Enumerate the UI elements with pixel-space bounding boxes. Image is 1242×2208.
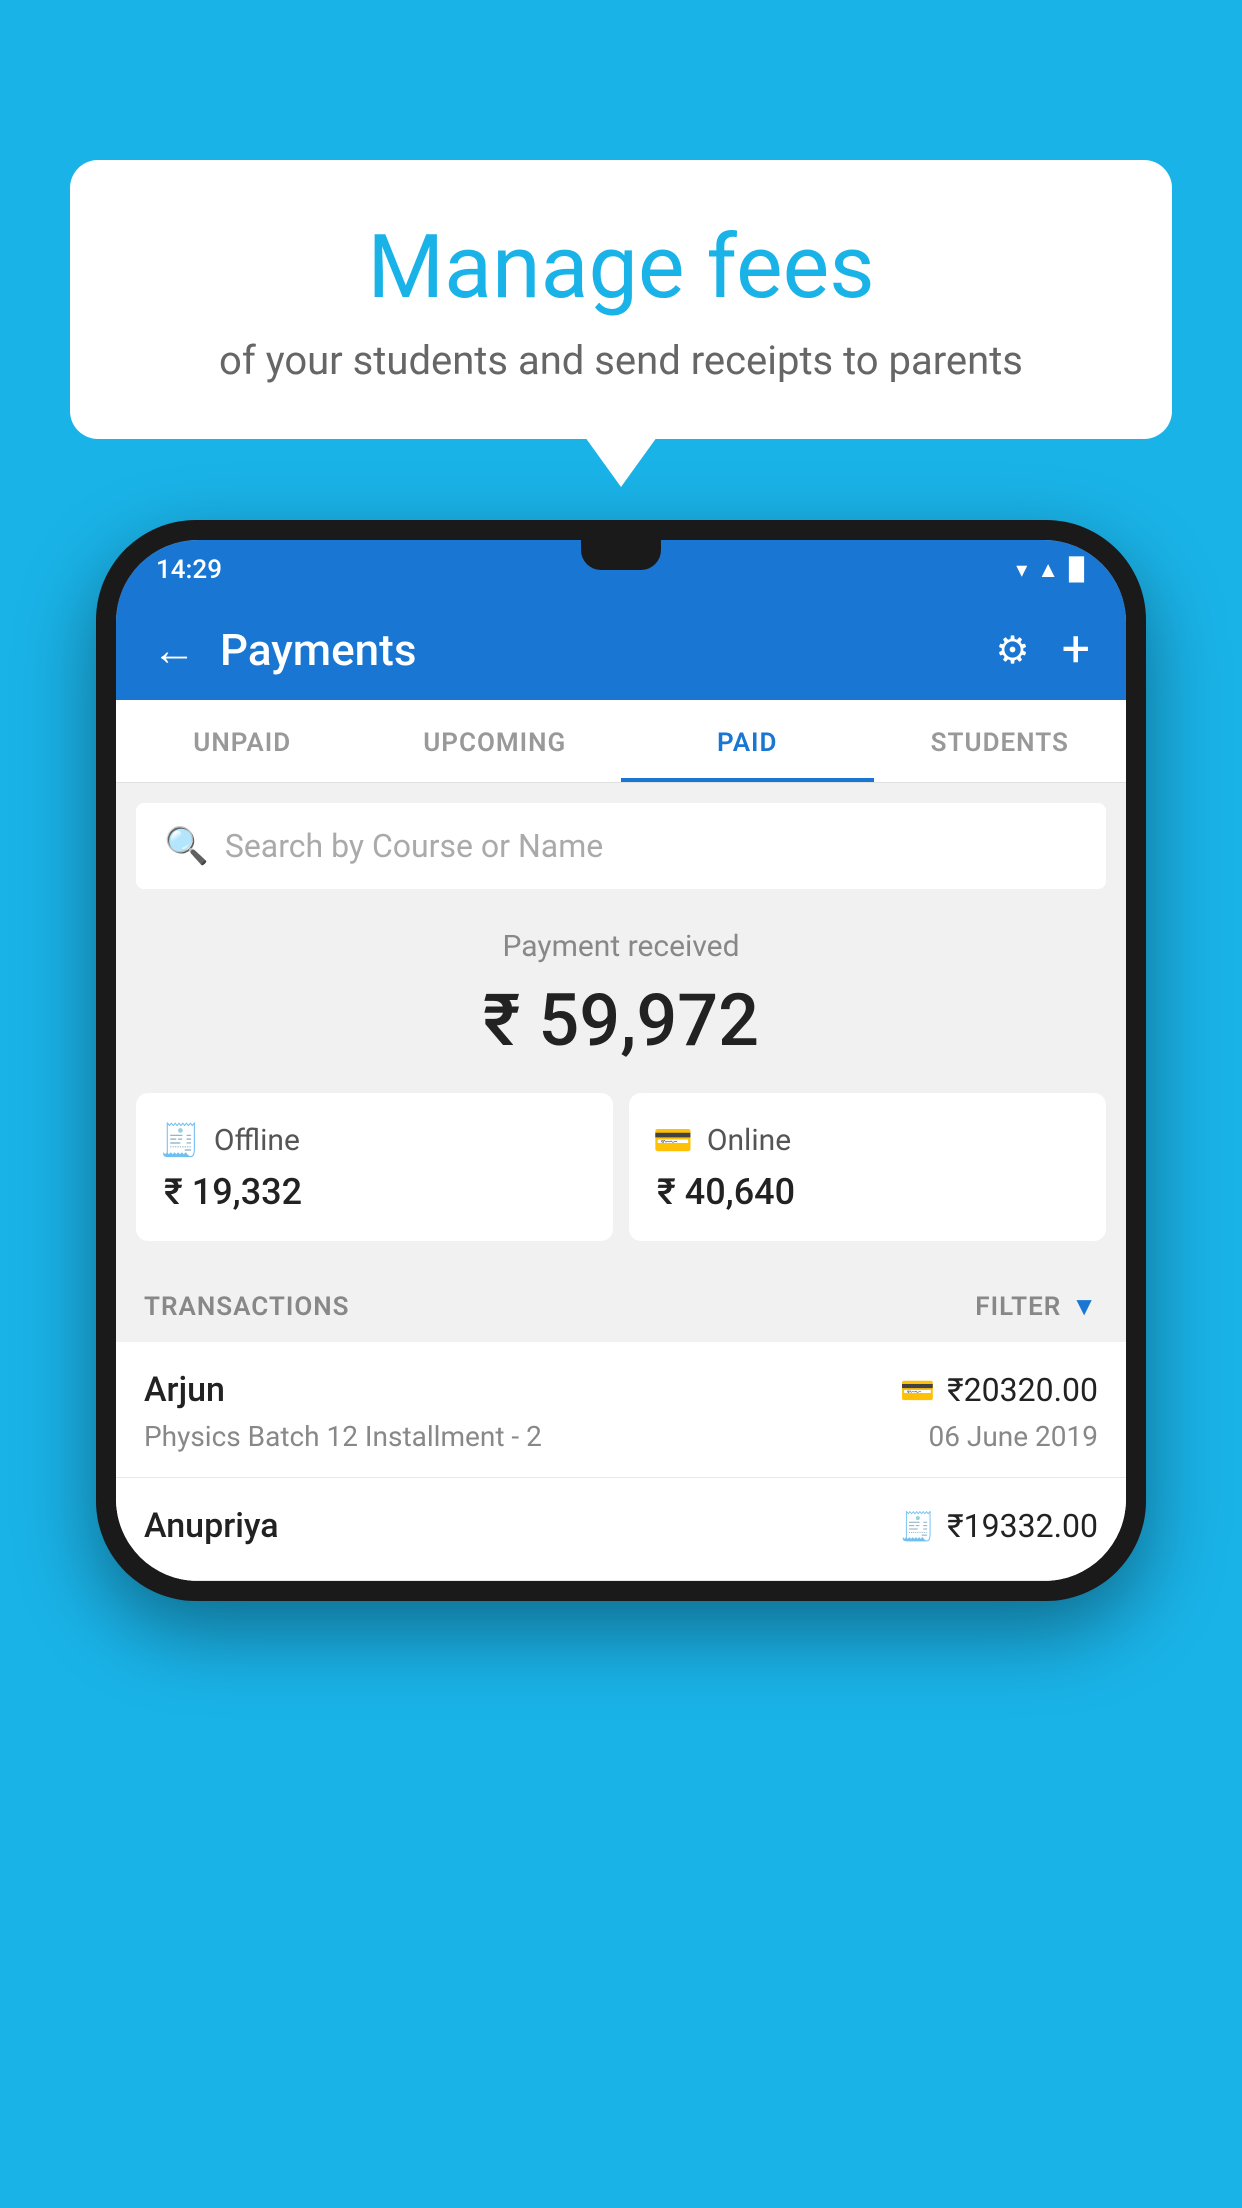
online-label: Online xyxy=(707,1123,791,1158)
transaction-name: Anupriya xyxy=(144,1506,279,1546)
top-bar-actions: ⚙ + xyxy=(996,621,1090,679)
filter-button[interactable]: FILTER ▼ xyxy=(975,1291,1098,1322)
tab-students[interactable]: STUDENTS xyxy=(874,700,1127,782)
transaction-bottom-row: Physics Batch 12 Installment - 2 06 June… xyxy=(144,1420,1098,1453)
transaction-date: 06 June 2019 xyxy=(928,1420,1098,1453)
payment-received-label: Payment received xyxy=(136,929,1106,964)
page-title: Payments xyxy=(220,624,996,676)
search-icon: 🔍 xyxy=(164,825,209,867)
transaction-row[interactable]: Anupriya 🧾 ₹19332.00 xyxy=(116,1478,1126,1581)
transaction-row[interactable]: Arjun 💳 ₹20320.00 Physics Batch 12 Insta… xyxy=(116,1342,1126,1478)
payment-section: Payment received ₹ 59,972 xyxy=(116,889,1126,1093)
transactions-label: TRANSACTIONS xyxy=(144,1292,350,1322)
back-button[interactable]: ← xyxy=(152,624,196,676)
online-amount: ₹ 40,640 xyxy=(657,1171,1082,1213)
status-icons: ▾ ▲ ▉ xyxy=(1016,557,1086,583)
payment-cards: 🧾 Offline ₹ 19,332 💳 Online ₹ 40,640 xyxy=(116,1093,1126,1271)
settings-icon[interactable]: ⚙ xyxy=(996,628,1030,673)
payment-total-amount: ₹ 59,972 xyxy=(136,978,1106,1063)
wifi-icon: ▾ xyxy=(1016,558,1027,583)
payment-method-icon-offline: 🧾 xyxy=(900,1510,935,1543)
transaction-amount-row: 🧾 ₹19332.00 xyxy=(900,1507,1098,1545)
payment-method-icon-online: 💳 xyxy=(900,1374,935,1407)
phone-outer: 14:29 ▾ ▲ ▉ ← Payments ⚙ + xyxy=(96,520,1146,1601)
transaction-course: Physics Batch 12 Installment - 2 xyxy=(144,1420,542,1453)
tab-unpaid[interactable]: UNPAID xyxy=(116,700,369,782)
offline-card-header: 🧾 Offline xyxy=(160,1121,589,1159)
bubble-subtitle: of your students and send receipts to pa… xyxy=(120,337,1122,384)
notch xyxy=(581,540,661,570)
transaction-top-row: Anupriya 🧾 ₹19332.00 xyxy=(144,1506,1098,1546)
online-card: 💳 Online ₹ 40,640 xyxy=(629,1093,1106,1241)
battery-icon: ▉ xyxy=(1069,558,1086,583)
online-icon: 💳 xyxy=(653,1121,693,1159)
transactions-header: TRANSACTIONS FILTER ▼ xyxy=(116,1271,1126,1342)
offline-icon: 🧾 xyxy=(160,1121,200,1159)
add-icon[interactable]: + xyxy=(1062,621,1090,679)
bubble-title: Manage fees xyxy=(120,220,1122,317)
transaction-name: Arjun xyxy=(144,1370,225,1410)
offline-card: 🧾 Offline ₹ 19,332 xyxy=(136,1093,613,1241)
speech-bubble: Manage fees of your students and send re… xyxy=(70,160,1172,439)
search-bar[interactable]: 🔍 Search by Course or Name xyxy=(136,803,1106,889)
top-bar: ← Payments ⚙ + xyxy=(116,600,1126,700)
transaction-amount-row: 💳 ₹20320.00 xyxy=(900,1371,1098,1409)
tab-paid[interactable]: PAID xyxy=(621,700,874,782)
search-input[interactable]: Search by Course or Name xyxy=(225,827,603,865)
phone-device: 14:29 ▾ ▲ ▉ ← Payments ⚙ + xyxy=(96,520,1146,1601)
tab-bar: UNPAID UPCOMING PAID STUDENTS xyxy=(116,700,1126,783)
transaction-amount: ₹20320.00 xyxy=(947,1371,1098,1409)
filter-icon: ▼ xyxy=(1071,1291,1098,1322)
tab-upcoming[interactable]: UPCOMING xyxy=(369,700,622,782)
filter-label: FILTER xyxy=(975,1292,1061,1322)
offline-label: Offline xyxy=(214,1123,300,1158)
online-card-header: 💳 Online xyxy=(653,1121,1082,1159)
content-area: 🔍 Search by Course or Name Payment recei… xyxy=(116,803,1126,1581)
offline-amount: ₹ 19,332 xyxy=(164,1171,589,1213)
status-bar: 14:29 ▾ ▲ ▉ xyxy=(116,540,1126,600)
transaction-top-row: Arjun 💳 ₹20320.00 xyxy=(144,1370,1098,1410)
transaction-amount: ₹19332.00 xyxy=(947,1507,1098,1545)
status-time: 14:29 xyxy=(156,555,222,585)
signal-icon: ▲ xyxy=(1037,557,1059,583)
phone-screen: 14:29 ▾ ▲ ▉ ← Payments ⚙ + xyxy=(116,540,1126,1581)
